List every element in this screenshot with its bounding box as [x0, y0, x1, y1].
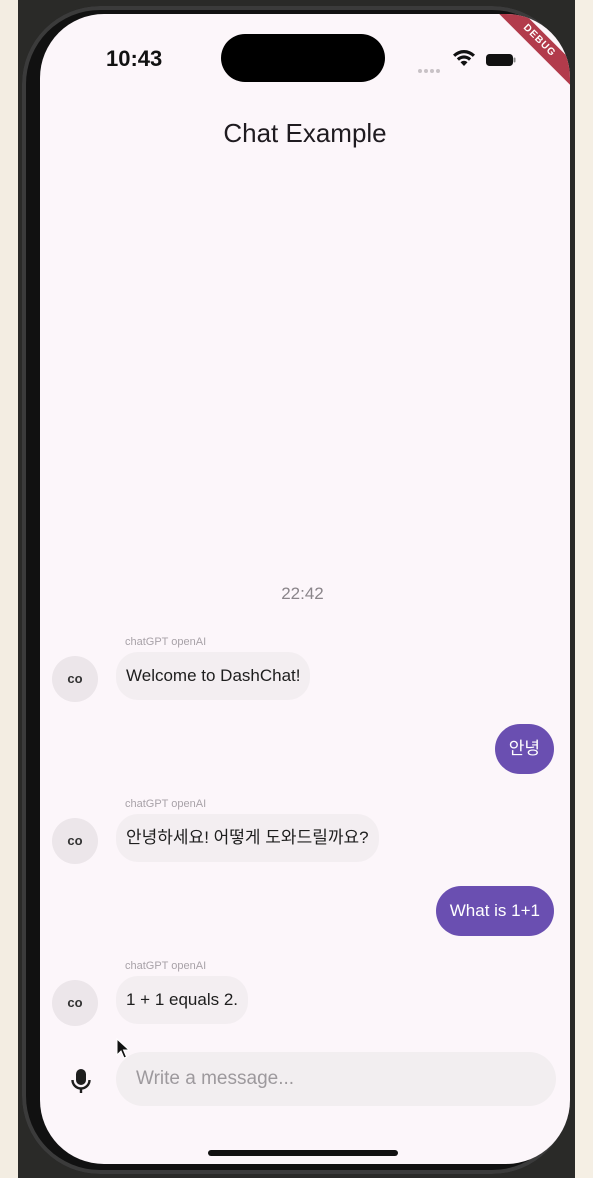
sender-avatar[interactable]: co	[52, 980, 98, 1026]
cellular-signal-icon	[418, 60, 444, 73]
dynamic-island	[221, 34, 385, 82]
sender-avatar[interactable]: co	[52, 656, 98, 702]
incoming-message-bubble[interactable]: 1 + 1 equals 2.	[116, 976, 249, 1024]
message-input[interactable]	[116, 1052, 556, 1106]
message-sender-name: chatGPT openAI	[125, 798, 207, 810]
message-sender-name: chatGPT openAI	[125, 636, 207, 648]
mouse-pointer-icon	[116, 1038, 131, 1059]
message-sender-name: chatGPT openAI	[125, 960, 207, 972]
incoming-message-bubble[interactable]: 안녕하세요! 어떻게 도와드릴까요?	[116, 814, 379, 862]
app-screen: 10:43 DEBUG Chat Example 22:42 chatGPT o…	[40, 14, 570, 1164]
app-title: Chat Example	[223, 118, 387, 148]
wifi-icon	[453, 50, 475, 66]
battery-icon	[486, 54, 516, 66]
sender-avatar[interactable]: co	[52, 818, 98, 864]
status-time: 10:43	[106, 46, 163, 71]
microphone-icon[interactable]	[66, 1066, 96, 1096]
home-indicator[interactable]	[208, 1150, 398, 1156]
incoming-message-bubble[interactable]: Welcome to DashChat!	[116, 652, 311, 700]
outgoing-message-bubble[interactable]: 안녕	[494, 724, 554, 774]
date-separator: 22:42	[281, 584, 324, 603]
outgoing-message-bubble[interactable]: What is 1+1	[435, 886, 554, 936]
